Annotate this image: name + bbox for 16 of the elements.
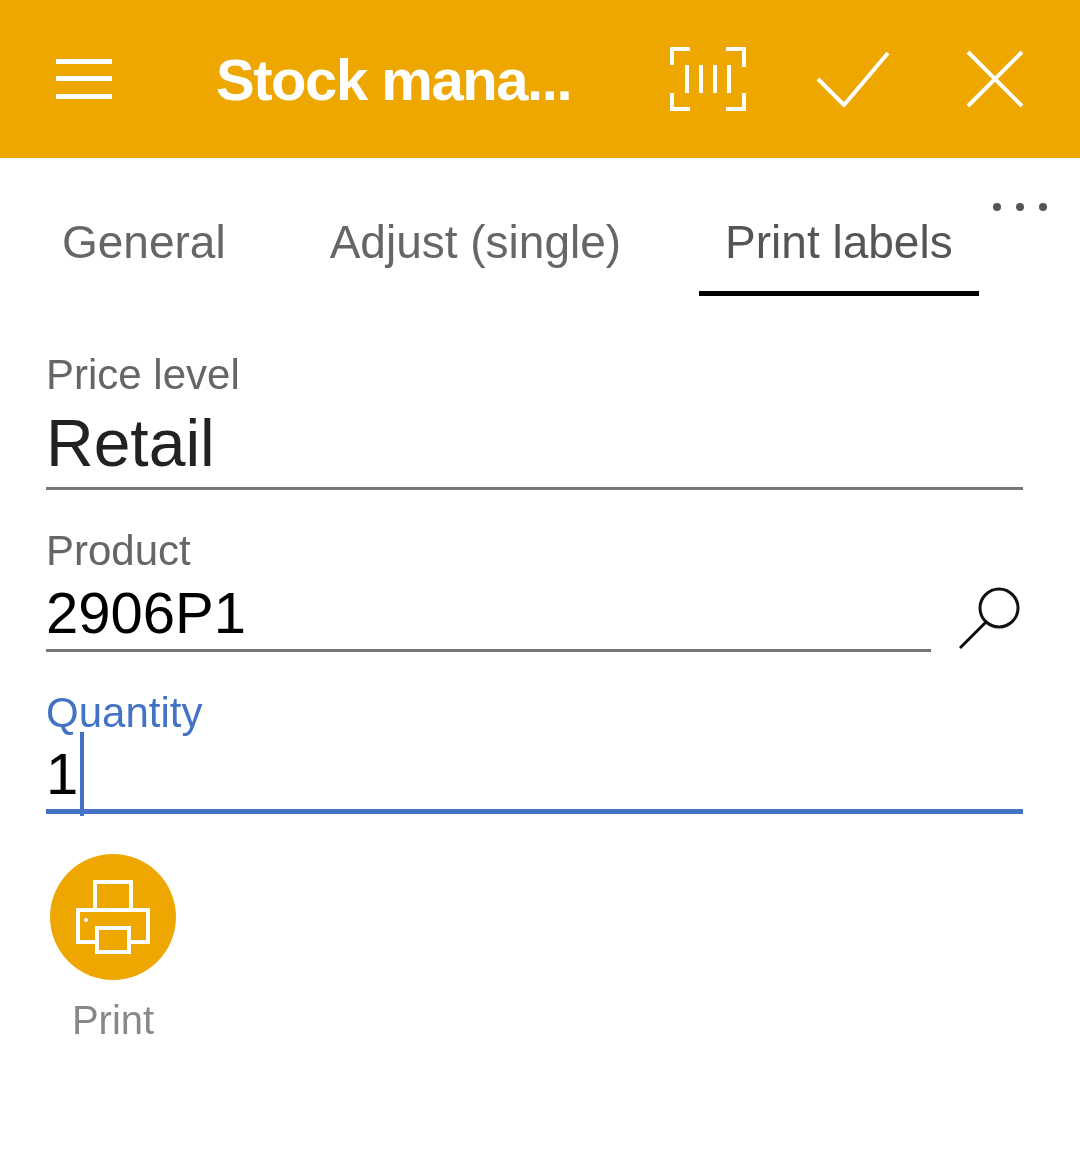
tab[interactable]: General <box>36 158 252 296</box>
more-icon[interactable] <box>992 202 1048 212</box>
barcode-scan-icon[interactable] <box>670 47 746 111</box>
close-icon[interactable] <box>966 50 1024 108</box>
menu-icon[interactable] <box>56 59 112 99</box>
tab[interactable]: Print labels <box>699 158 979 296</box>
field-label: Price level <box>46 350 241 400</box>
input-field[interactable]: 2906P1 <box>46 576 931 652</box>
tab[interactable]: Adjust (single) <box>303 158 648 296</box>
input-field[interactable]: 1 <box>46 738 1023 814</box>
app-title: Stock mana... <box>216 45 572 114</box>
field-label: Product <box>46 526 192 576</box>
checkmark-icon[interactable] <box>816 51 890 107</box>
printer-icon <box>76 880 150 954</box>
input-field[interactable]: Retail <box>46 400 1023 490</box>
field-label: Quantity <box>46 688 204 738</box>
